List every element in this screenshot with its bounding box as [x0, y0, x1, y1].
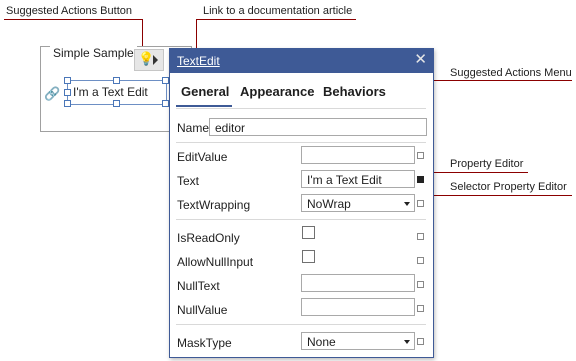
allow-null-input-checkbox[interactable] — [302, 250, 315, 263]
property-marker[interactable] — [417, 305, 424, 312]
callout-link-to-doc: Link to a documentation article — [203, 5, 353, 17]
null-text-field[interactable] — [301, 274, 415, 292]
text-wrapping-label: TextWrapping — [177, 198, 251, 212]
suggested-actions-menu: TextEdit ✕ General Appearance Behaviors … — [169, 48, 434, 358]
chevron-right-icon — [153, 55, 158, 65]
menu-header: TextEdit ✕ — [170, 49, 433, 73]
resize-handle[interactable] — [162, 77, 169, 84]
dropdown-arrow-icon — [404, 202, 410, 206]
mask-type-label: MaskType — [177, 336, 232, 350]
property-marker[interactable] — [417, 233, 424, 240]
callout-line — [196, 19, 356, 20]
property-marker[interactable] — [417, 281, 424, 288]
tab-appearance[interactable]: Appearance — [240, 84, 314, 99]
is-read-only-label: IsReadOnly — [177, 231, 240, 245]
edit-value-field[interactable] — [301, 146, 415, 164]
callout-line — [410, 195, 572, 196]
is-read-only-checkbox[interactable] — [302, 226, 315, 239]
group-box-title: Simple Sample — [50, 46, 137, 60]
property-marker[interactable] — [417, 257, 424, 264]
dropdown-arrow-icon — [404, 340, 410, 344]
divider — [176, 108, 426, 109]
text-wrapping-select[interactable]: NoWrap — [301, 194, 415, 212]
property-marker-set[interactable] — [417, 176, 424, 183]
callout-property-editor: Property Editor — [450, 158, 524, 170]
resize-handle[interactable] — [113, 100, 120, 107]
text-field-value: I'm a Text Edit — [307, 173, 382, 187]
callout-line — [4, 19, 143, 20]
null-value-label: NullValue — [177, 303, 228, 317]
null-value-field[interactable] — [301, 298, 415, 316]
edit-value-label: EditValue — [177, 150, 228, 164]
text-field[interactable]: I'm a Text Edit — [301, 170, 415, 188]
close-icon[interactable]: ✕ — [414, 52, 427, 68]
property-marker[interactable] — [417, 152, 424, 159]
documentation-link[interactable]: TextEdit — [177, 54, 220, 68]
resize-handle[interactable] — [64, 89, 71, 96]
property-marker[interactable] — [417, 338, 424, 345]
callout-selector-property-editor: Selector Property Editor — [450, 181, 567, 193]
mask-type-select[interactable]: None — [301, 332, 415, 350]
text-wrapping-value: NoWrap — [307, 197, 351, 211]
divider — [176, 324, 426, 325]
divider — [176, 219, 426, 220]
name-field-value: editor — [215, 121, 246, 135]
link-icon: 🔗 — [44, 86, 61, 101]
designer-text-edit-value: I'm a Text Edit — [73, 85, 148, 99]
active-tab-indicator — [176, 105, 232, 107]
callout-line — [426, 80, 572, 81]
lightbulb-icon: 💡 — [138, 51, 155, 66]
null-text-label: NullText — [177, 279, 220, 293]
resize-handle[interactable] — [162, 100, 169, 107]
divider — [176, 142, 426, 143]
callout-suggested-actions-button: Suggested Actions Button — [6, 5, 132, 17]
name-field[interactable]: editor — [209, 118, 427, 136]
callout-suggested-actions-menu: Suggested Actions Menu — [450, 67, 572, 79]
mask-type-value: None — [307, 335, 336, 349]
allow-null-input-label: AllowNullInput — [177, 255, 254, 269]
resize-handle[interactable] — [64, 77, 71, 84]
tab-behaviors[interactable]: Behaviors — [323, 84, 386, 99]
name-label: Name — [177, 121, 210, 135]
resize-handle[interactable] — [113, 77, 120, 84]
property-marker[interactable] — [417, 200, 424, 207]
text-label: Text — [177, 174, 200, 188]
suggested-actions-button[interactable]: 💡 — [134, 49, 164, 71]
tab-strip: General Appearance Behaviors — [170, 76, 433, 108]
resize-handle[interactable] — [64, 100, 71, 107]
tab-general[interactable]: General — [181, 84, 229, 99]
